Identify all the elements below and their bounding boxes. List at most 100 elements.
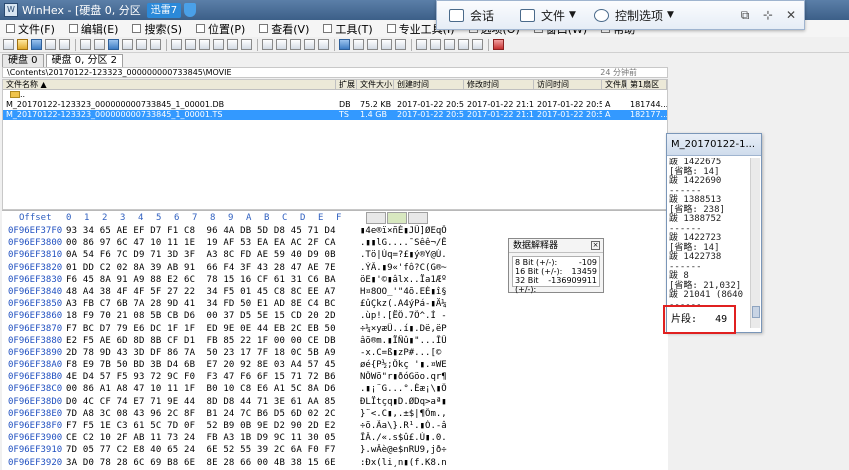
- hex-row[interactable]: 0F96EF3870 F7 BC D7 79 E6 DC 1F 1F ED 9E …: [2, 323, 668, 335]
- ascii-text: øé{P½;Ôkç '▮.¤WE: [360, 360, 447, 371]
- snapshot-icon[interactable]: [458, 39, 469, 50]
- column-name[interactable]: 文件名称 ▲: [3, 80, 336, 89]
- hex-row[interactable]: 0F96EF3910 7D 05 77 C2 E8 40 65 24 6E 52 …: [2, 444, 668, 456]
- find-next-icon[interactable]: [241, 39, 252, 50]
- ram-icon[interactable]: [353, 39, 364, 50]
- hex-column-header: 2: [102, 213, 108, 223]
- column-size[interactable]: 文件大小: [357, 80, 394, 89]
- xunlei-badge[interactable]: 迅雷7: [146, 2, 182, 18]
- unicode-mode-icon[interactable]: [408, 212, 428, 224]
- binoculars-icon[interactable]: [171, 39, 182, 50]
- new-file-icon[interactable]: [3, 39, 14, 50]
- hex-row[interactable]: 0F96EF38F0 F7 F5 1E C3 61 5C 7D 0F 52 B9 …: [2, 420, 668, 432]
- column-ext[interactable]: 扩展: [336, 80, 357, 89]
- clipboard-scrollbar[interactable]: [750, 158, 760, 328]
- clipboard-title[interactable]: M_20170122-1...: [667, 134, 761, 156]
- hex-row[interactable]: 0F96EF3920 3A D0 78 28 6C 69 B8 6E 8E 28 …: [2, 457, 668, 469]
- path-text: \Contents\20170122-123323_00000000073384…: [7, 68, 232, 77]
- hex-row[interactable]: 0F96EF38D0 D0 4C CF 74 E7 71 9E 44 8D D8 …: [2, 396, 668, 408]
- file-modified: 2017-01-22 21:1...: [467, 110, 534, 119]
- hex-row[interactable]: 0F96EF3880 E2 F5 AE 6D 8D 8B CF D1 FB 85 …: [2, 335, 668, 347]
- menu-file[interactable]: 文件(F): [6, 21, 55, 37]
- data-interpreter-titlebar: 数据解释器 ×: [509, 239, 603, 253]
- bookmark-icon[interactable]: [318, 39, 329, 50]
- previous-icon[interactable]: [416, 39, 427, 50]
- delete-icon[interactable]: [150, 39, 161, 50]
- menu-tools[interactable]: 工具(T): [323, 21, 373, 37]
- menu-search[interactable]: 搜索(S): [132, 21, 182, 37]
- goto-offset-icon[interactable]: [262, 39, 273, 50]
- hex-row[interactable]: 0F96EF3900 CE C2 10 2F AB 11 73 24 FB A3 …: [2, 432, 668, 444]
- back-icon[interactable]: [290, 39, 301, 50]
- hex-row[interactable]: 0F96EF3890 2D 78 9D 43 3D DF 86 7A 50 23 …: [2, 347, 668, 359]
- chat-button[interactable]: 会话: [449, 7, 494, 24]
- column-accessed[interactable]: 访问时间: [534, 80, 602, 89]
- file-name: M_20170122-123323_000000000733845_1_0000…: [6, 100, 225, 109]
- file-row[interactable]: M_20170122-123323_000000000733845_1_0000…: [3, 100, 667, 110]
- ascii-text: -x.C=ß▮zP#...[©: [360, 347, 442, 358]
- column-modified[interactable]: 修改时间: [464, 80, 534, 89]
- replace-text-icon[interactable]: [213, 39, 224, 50]
- scroll-thumb[interactable]: [752, 306, 760, 318]
- clipboard-content[interactable]: 跋 1422675 [省略: 14] 跋 1422690 ------ 跋 13…: [669, 158, 749, 308]
- properties-icon[interactable]: [59, 39, 70, 50]
- hex-row[interactable]: 0F96EF3860 18 F9 70 21 08 5B CB D6 00 37 …: [2, 310, 668, 322]
- ascii-mode-icon[interactable]: [387, 212, 407, 224]
- cut-icon[interactable]: [94, 39, 105, 50]
- open-folder-icon[interactable]: [17, 39, 28, 50]
- hex-offset: 0F96EF3860: [8, 311, 63, 322]
- ansi-mode-icon[interactable]: [366, 212, 386, 224]
- menu-view[interactable]: 查看(V): [259, 21, 309, 37]
- analyze-icon[interactable]: [395, 39, 406, 50]
- control-options-button[interactable]: 控制选项 ▼: [593, 7, 674, 24]
- toolbar-separator: [488, 38, 489, 51]
- pin-icon[interactable]: ⊹: [761, 8, 775, 22]
- goto-sector-icon[interactable]: [276, 39, 287, 50]
- hex-row[interactable]: 0F96EF38E0 7D A8 3C 08 43 96 2C 8F B1 24 …: [2, 408, 668, 420]
- refresh-icon[interactable]: [472, 39, 483, 50]
- hex-row[interactable]: 0F96EF38A0 F8 E9 7B 50 BD 3B D4 6B E7 20 …: [2, 359, 668, 371]
- hex-row[interactable]: 0F96EF3850 A3 FB C7 6B 7A 28 9D 41 34 FD …: [2, 298, 668, 310]
- file-list-header: 文件名称 ▲ 扩展 文件大小 创建时间 修改时间 访问时间 文件属 第1扇区: [3, 80, 667, 90]
- restore-icon[interactable]: ⧉: [738, 8, 752, 22]
- close-icon[interactable]: ×: [591, 241, 600, 250]
- chat-label: 会话: [470, 8, 495, 23]
- column-first-sector[interactable]: 第1扇区: [627, 80, 667, 89]
- hex-row[interactable]: 0F96EF37F0 93 34 65 AE EF D7 F1 C8 96 4A …: [2, 225, 668, 237]
- file-row-selected[interactable]: M_20170122-123323_000000000733845_1_0000…: [3, 110, 667, 120]
- parent-folder-row[interactable]: ..: [3, 90, 667, 100]
- hex-row[interactable]: 0F96EF38B0 4E D4 57 F5 93 72 9C F0 F3 47 …: [2, 371, 668, 383]
- ascii-text: :Ðx(li¸n▮(f.K8.n: [360, 457, 447, 468]
- file-attr: A: [605, 100, 611, 109]
- save-icon[interactable]: [31, 39, 42, 50]
- forward-icon[interactable]: [304, 39, 315, 50]
- hex-column-header: 4: [138, 213, 144, 223]
- menu-position[interactable]: 位置(P): [196, 21, 245, 37]
- paste-icon[interactable]: [122, 39, 133, 50]
- column-created[interactable]: 创建时间: [394, 80, 464, 89]
- disk-icon[interactable]: [339, 39, 350, 50]
- menu-edit[interactable]: 编辑(E): [68, 21, 118, 37]
- copy-icon[interactable]: [108, 39, 119, 50]
- print-icon[interactable]: [45, 39, 56, 50]
- find-text-icon[interactable]: [185, 39, 196, 50]
- file-menu-button[interactable]: 文件 ▼: [520, 7, 576, 24]
- tab-disk-0[interactable]: 硬盘 0: [2, 54, 44, 67]
- hex-row[interactable]: 0F96EF38C0 00 86 A1 A8 47 10 11 1F B0 10 …: [2, 383, 668, 395]
- hex-bytes: F6 45 8A 91 A9 88 E2 6C 78 15 16 CF 61 3…: [66, 274, 336, 285]
- calculator-icon[interactable]: [381, 39, 392, 50]
- find-hex-icon[interactable]: [199, 39, 210, 50]
- play-icon[interactable]: [430, 39, 441, 50]
- image-icon[interactable]: [367, 39, 378, 50]
- tab-disk-0-partition-2[interactable]: 硬盘 0, 分区 2: [45, 54, 123, 67]
- undo-icon[interactable]: [80, 39, 91, 50]
- book-icon[interactable]: [493, 39, 504, 50]
- replace-hex-icon[interactable]: [227, 39, 238, 50]
- column-attr[interactable]: 文件属: [602, 80, 627, 89]
- hex-bytes: 00 86 A1 A8 47 10 11 1F B0 10 C8 E6 A1 5…: [66, 384, 336, 395]
- paste-special-icon[interactable]: [136, 39, 147, 50]
- ascii-text: NÔWõ"r▮ðóGöo.qr¶: [360, 372, 447, 383]
- ascii-text: ▮4e®ï×ñÈ▮JÛ]ØEqÔ: [360, 226, 447, 236]
- close-icon[interactable]: ✕: [784, 8, 798, 22]
- next-icon[interactable]: [444, 39, 455, 50]
